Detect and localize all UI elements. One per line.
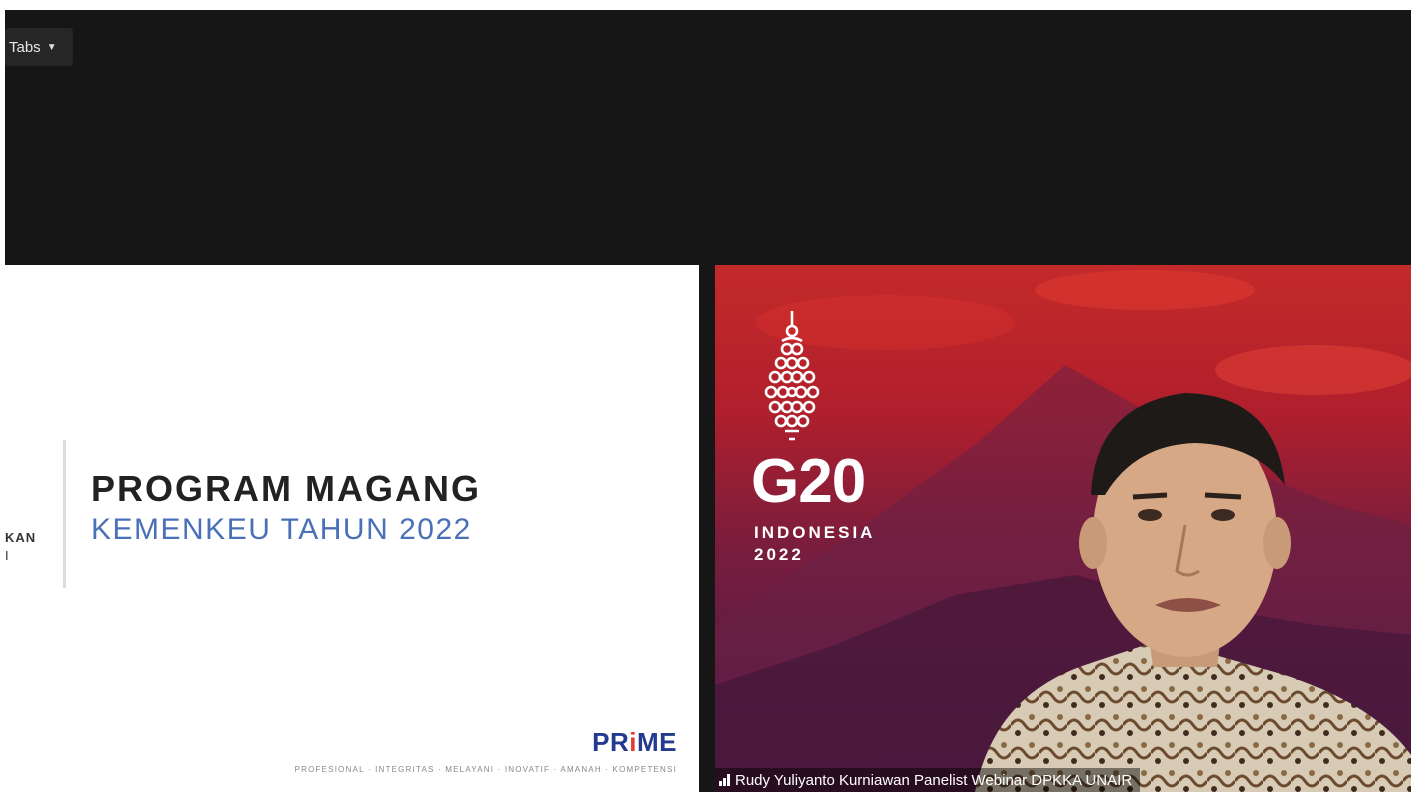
view-toggle-label: Tabs (9, 38, 41, 56)
slide-title: PROGRAM MAGANG (91, 468, 481, 509)
participant-name-label: Rudy Yuliyanto Kurniawan Panelist Webina… (735, 771, 1133, 789)
slide-divider (63, 440, 66, 588)
slide-left-text-fragment-2: I (5, 548, 9, 563)
chevron-down-icon: ▼ (46, 41, 57, 53)
prime-logo: PRiME (592, 727, 677, 757)
g20-year-text: 2022 (754, 545, 804, 564)
shared-screen-slide: KAN I PROGRAM MAGANG KEMENKEU TAHUN 2022… (5, 265, 699, 792)
g20-emblem-icon (764, 311, 820, 441)
signal-bars-icon (719, 774, 730, 786)
slide-tagline: PROFESIONAL · INTEGRITAS · MELAYANI · IN… (294, 765, 677, 774)
slide-subtitle: KEMENKEU TAHUN 2022 (91, 513, 472, 546)
participant-video-tile[interactable]: G20 INDONESIA 2022 Rudy Yuliyanto Kurnia… (715, 265, 1411, 792)
slide-left-text-fragment: KAN (5, 530, 37, 545)
participant-name-bar: Rudy Yuliyanto Kurniawan Panelist Webina… (715, 768, 1141, 792)
g20-logo-text: G20 (751, 447, 866, 516)
view-toggle-button[interactable]: Tabs ▼ (5, 28, 73, 66)
speaker-video (975, 393, 1411, 792)
g20-country-text: INDONESIA (754, 523, 876, 542)
